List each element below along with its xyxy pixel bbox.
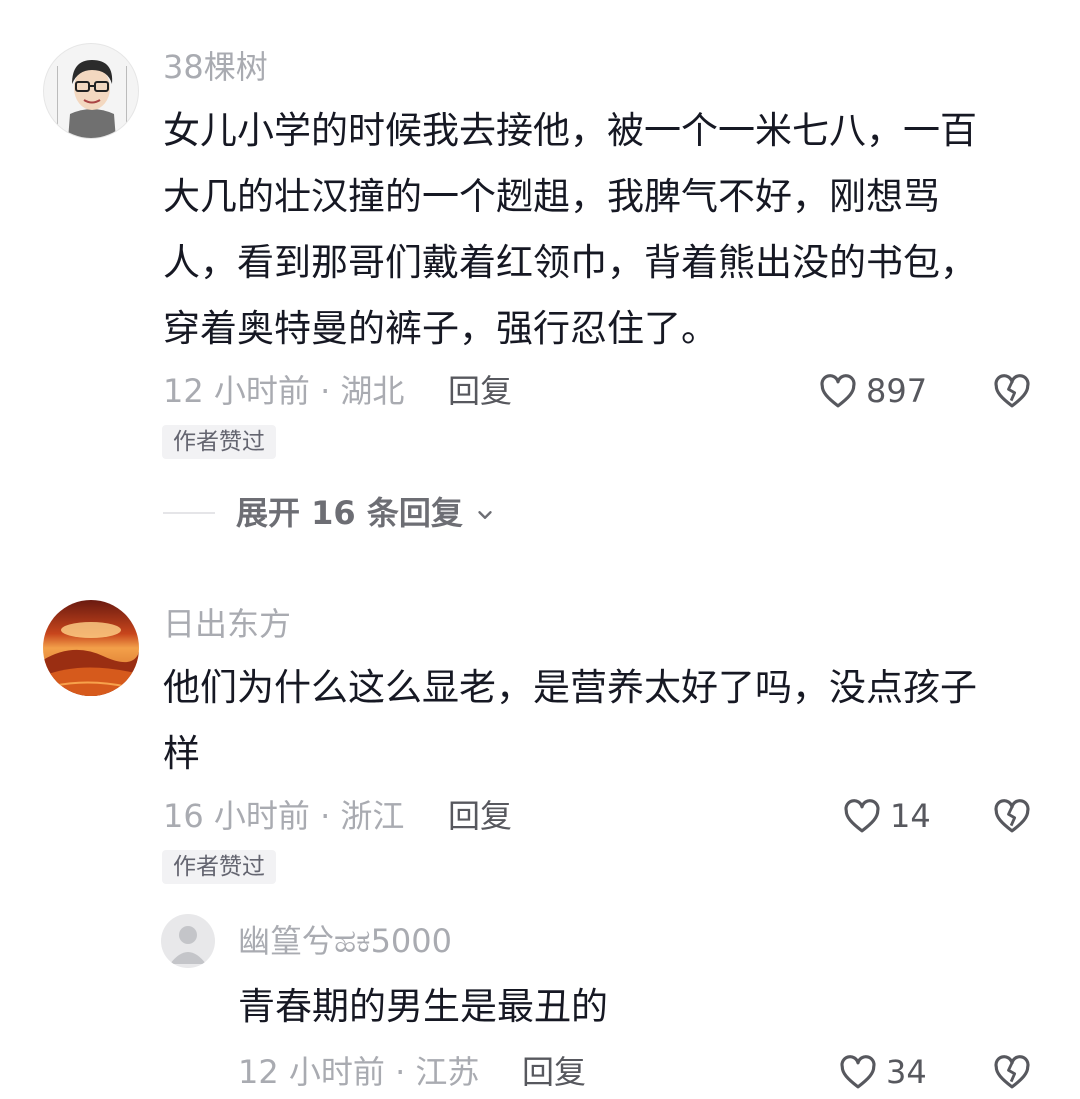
reply-meta: 12 小时前 · 江苏 (238, 1053, 480, 1091)
avatar[interactable] (43, 600, 139, 696)
username[interactable]: 日出东方 (163, 604, 291, 644)
like-count: 34 (886, 1053, 927, 1091)
comment-text-line: 女儿小学的时候我去接他，被一个一米七八，一百 (163, 109, 977, 152)
expand-replies-button[interactable]: 展开 16 条回复 (236, 493, 496, 533)
username[interactable]: 幽篁兮ಹಕ5000 (238, 921, 452, 961)
comment-meta: 12 小时前 · 湖北 (163, 372, 405, 410)
like-count: 897 (866, 372, 928, 410)
avatar[interactable] (43, 43, 139, 139)
like-count: 14 (890, 797, 931, 835)
heart-outline-icon[interactable] (816, 370, 860, 412)
expand-replies-label: 展开 16 条回复 (236, 494, 463, 532)
comment-text-line: 大几的壮汉撞的一个趔趄，我脾气不好，刚想骂 (163, 175, 940, 218)
username[interactable]: 38棵树 (163, 47, 268, 87)
broken-heart-icon[interactable] (990, 795, 1034, 837)
broken-heart-icon[interactable] (990, 370, 1034, 412)
comment-text: 他们为什么这么显老，是营养太好了吗，没点孩子 样 (163, 655, 1043, 787)
comment-text: 女儿小学的时候我去接他，被一个一米七八，一百 大几的壮汉撞的一个趔趄，我脾气不好… (163, 98, 1043, 362)
reply-button[interactable]: 回复 (448, 796, 512, 836)
comment-meta: 16 小时前 · 浙江 (163, 797, 405, 835)
author-liked-badge: 作者赞过 (162, 850, 276, 884)
divider (163, 512, 215, 514)
reply-button[interactable]: 回复 (522, 1052, 586, 1092)
avatar[interactable] (161, 914, 215, 968)
chevron-down-icon (474, 504, 496, 526)
comment-text-line: 穿着奥特曼的裤子，强行忍住了。 (163, 307, 718, 350)
heart-outline-icon[interactable] (836, 1051, 880, 1093)
comment-text-line: 人，看到那哥们戴着红领巾，背着熊出没的书包， (163, 241, 977, 284)
comment-text-line: 样 (163, 732, 200, 775)
heart-outline-icon[interactable] (840, 795, 884, 837)
author-liked-badge: 作者赞过 (162, 425, 276, 459)
reply-button[interactable]: 回复 (448, 371, 512, 411)
broken-heart-icon[interactable] (990, 1051, 1034, 1093)
reply-text: 青春期的男生是最丑的 (238, 985, 608, 1028)
comment-text-line: 他们为什么这么显老，是营养太好了吗，没点孩子 (163, 666, 977, 709)
